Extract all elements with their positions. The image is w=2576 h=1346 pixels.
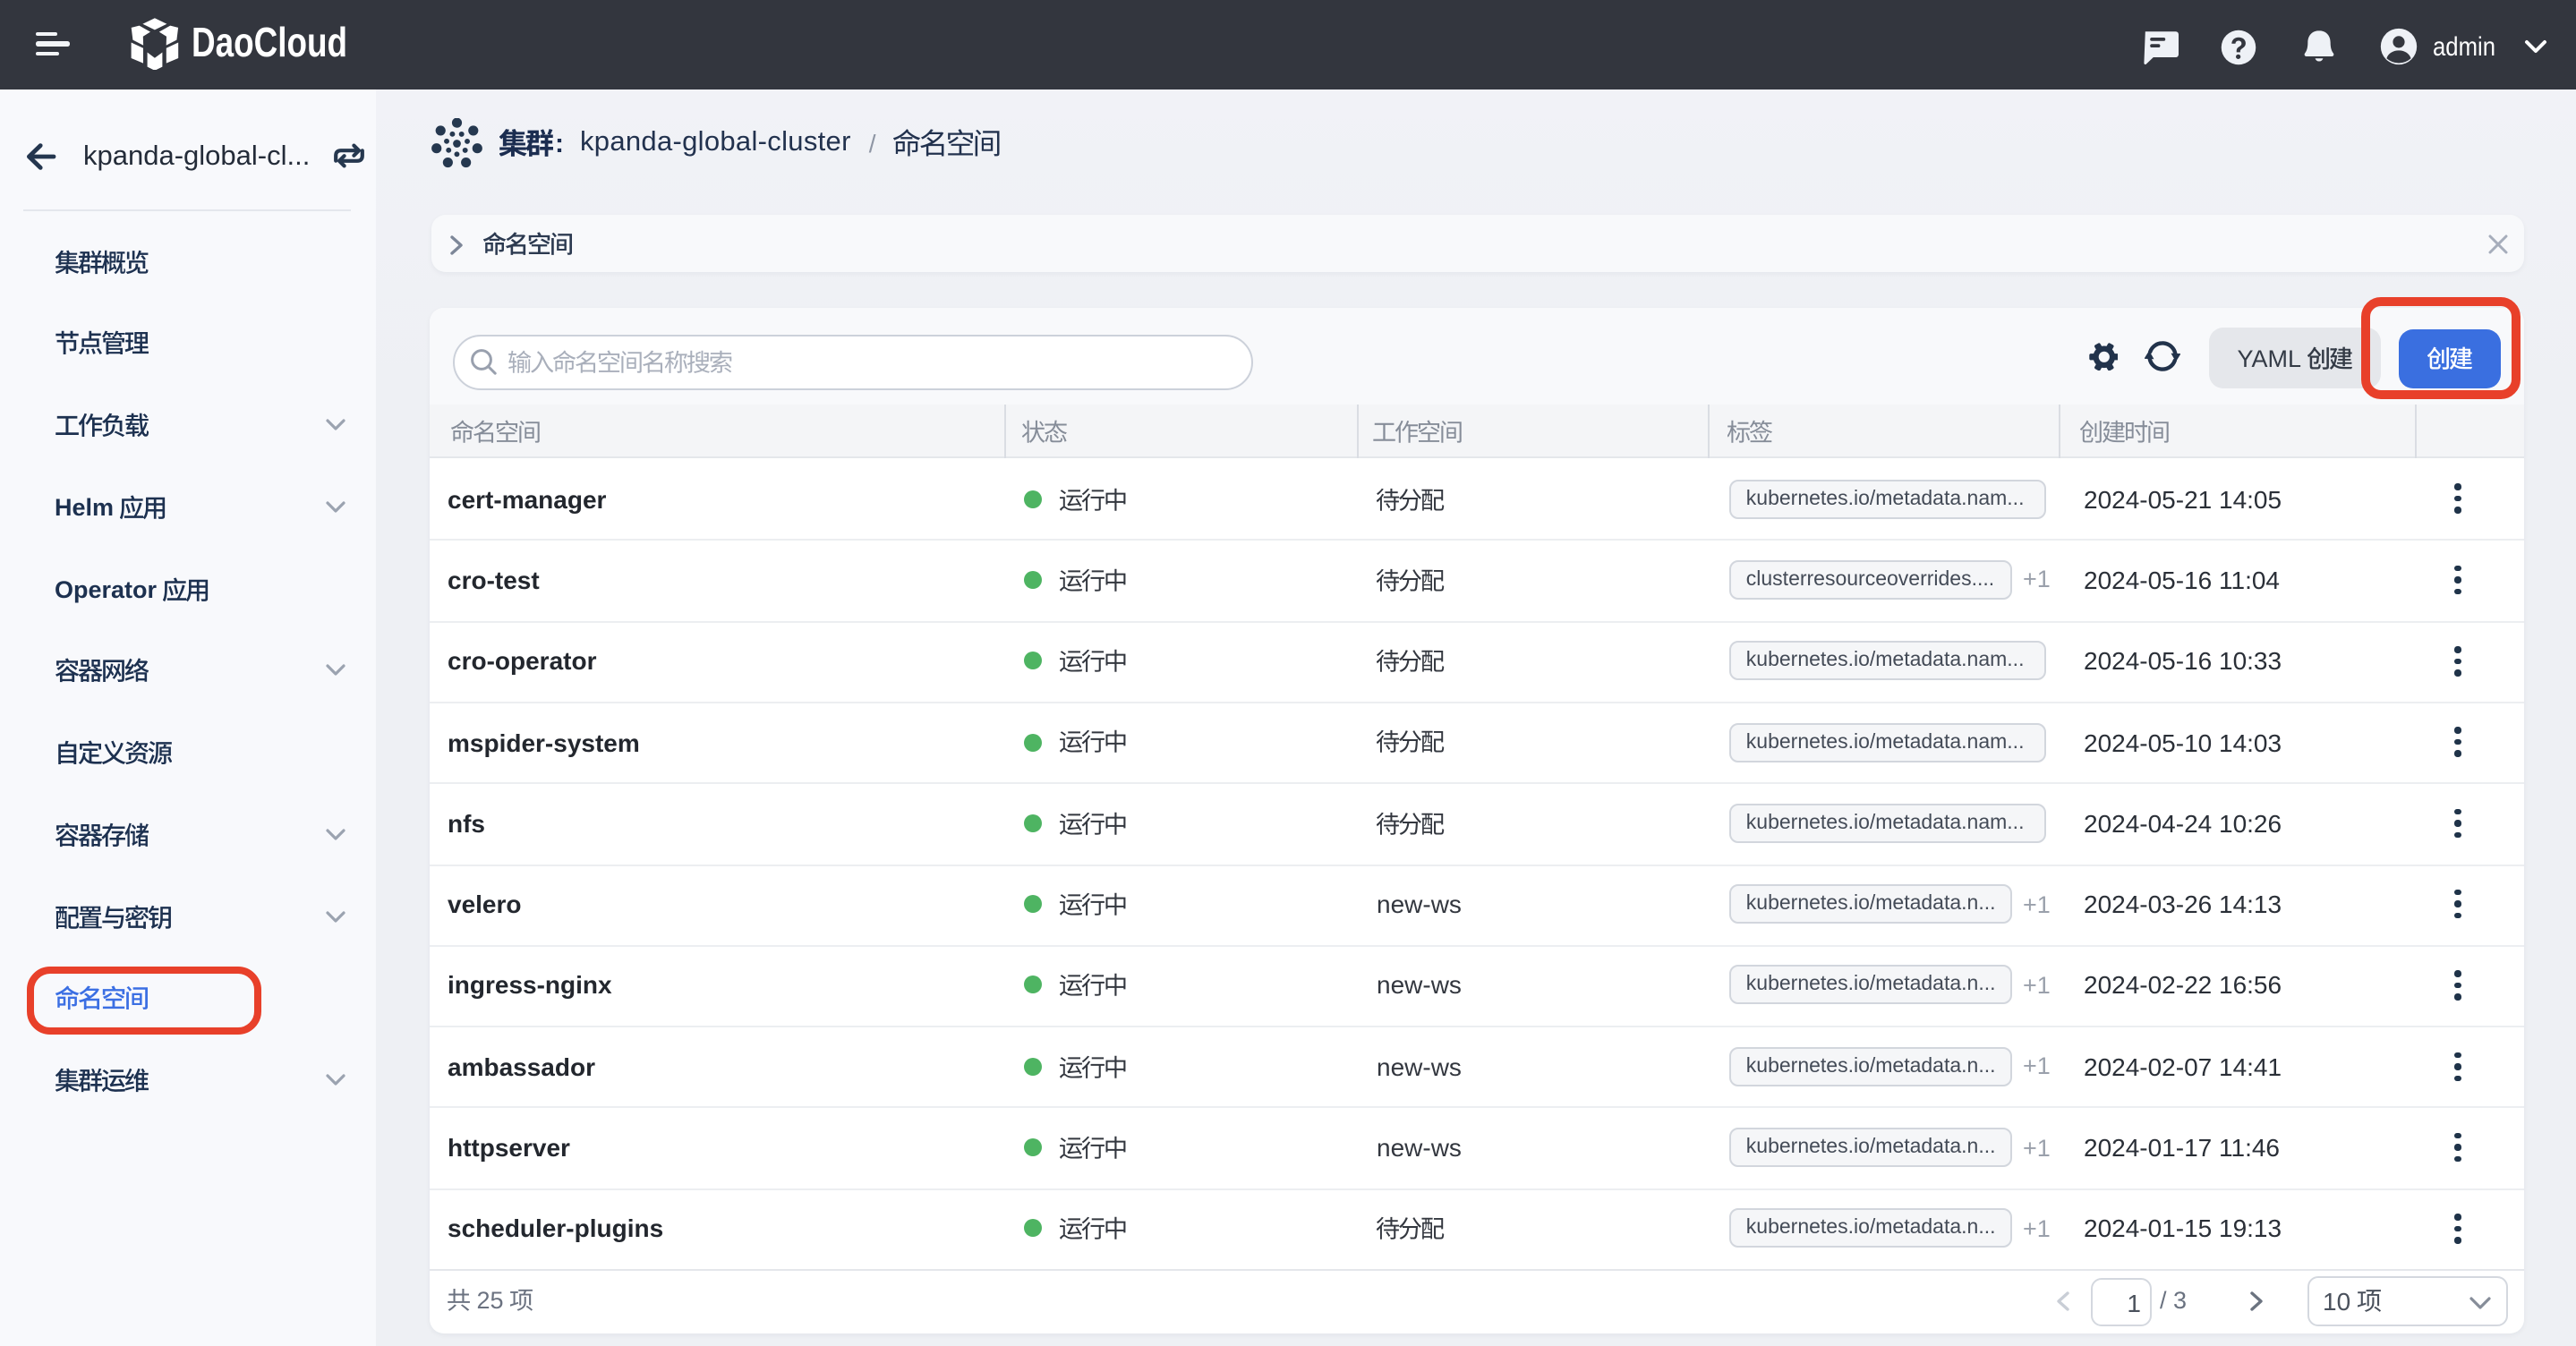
- svg-text:DaoCloud: DaoCloud: [192, 19, 347, 65]
- svg-text:admin: admin: [2433, 32, 2495, 62]
